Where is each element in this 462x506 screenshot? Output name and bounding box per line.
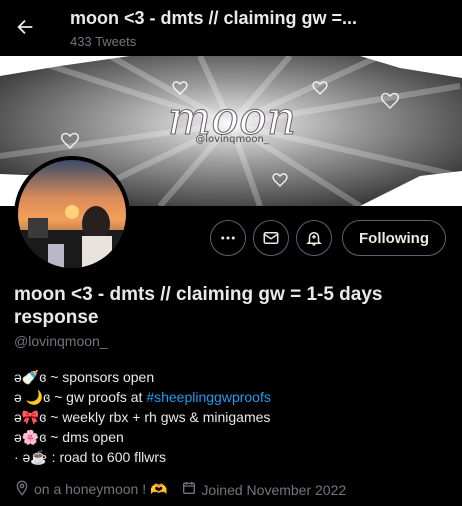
calendar-icon [181, 480, 197, 499]
message-button[interactable] [253, 220, 289, 256]
bio-line: ə 🌙ɞ ~ gw proofs at #sheeplinggwproofs [14, 389, 271, 405]
bio-line: ə🌸ɞ ~ dms open [14, 429, 124, 445]
location-pin-icon [14, 480, 30, 499]
header-title: moon <3 - dmts // claiming gw =... [70, 8, 358, 28]
notifications-button[interactable] [296, 220, 332, 256]
tweet-count: 433 Tweets [70, 34, 137, 49]
mail-icon [263, 232, 279, 244]
joined-date: Joined November 2022 [201, 481, 347, 498]
profile-bio: ə🍼ɞ ~ sponsors open ə 🌙ɞ ~ gw proofs at … [14, 367, 454, 467]
bio-line: ə🎀ɞ ~ weekly rbx + rh gws & minigames [14, 409, 271, 425]
profile-meta: on a honeymoon ! 🫶 Joined November 2022 [14, 480, 454, 499]
location-text: on a honeymoon ! 🫶 [34, 481, 168, 497]
bio-line: · ə☕ : road to 600 fllwrs [14, 449, 167, 465]
top-bar: moon <3 - dmts // claiming gw =... 433 T… [0, 0, 462, 56]
notification-bell-icon [306, 232, 322, 246]
avatar[interactable] [14, 156, 130, 272]
profile-display-name: moon <3 - dmts // claiming gw = 1-5 days… [14, 284, 383, 328]
back-arrow-icon[interactable] [14, 16, 36, 38]
more-icon [221, 236, 235, 240]
bio-line: ə🍼ɞ ~ sponsors open [14, 369, 155, 385]
hashtag-link[interactable]: #sheeplinggwproofs [146, 389, 271, 405]
following-button[interactable]: Following [342, 220, 446, 256]
profile-handle: @lovinqmoon_ [14, 333, 108, 349]
more-button[interactable] [210, 220, 246, 256]
banner-logo-subtext: @lovinqmoon_ [195, 134, 270, 145]
